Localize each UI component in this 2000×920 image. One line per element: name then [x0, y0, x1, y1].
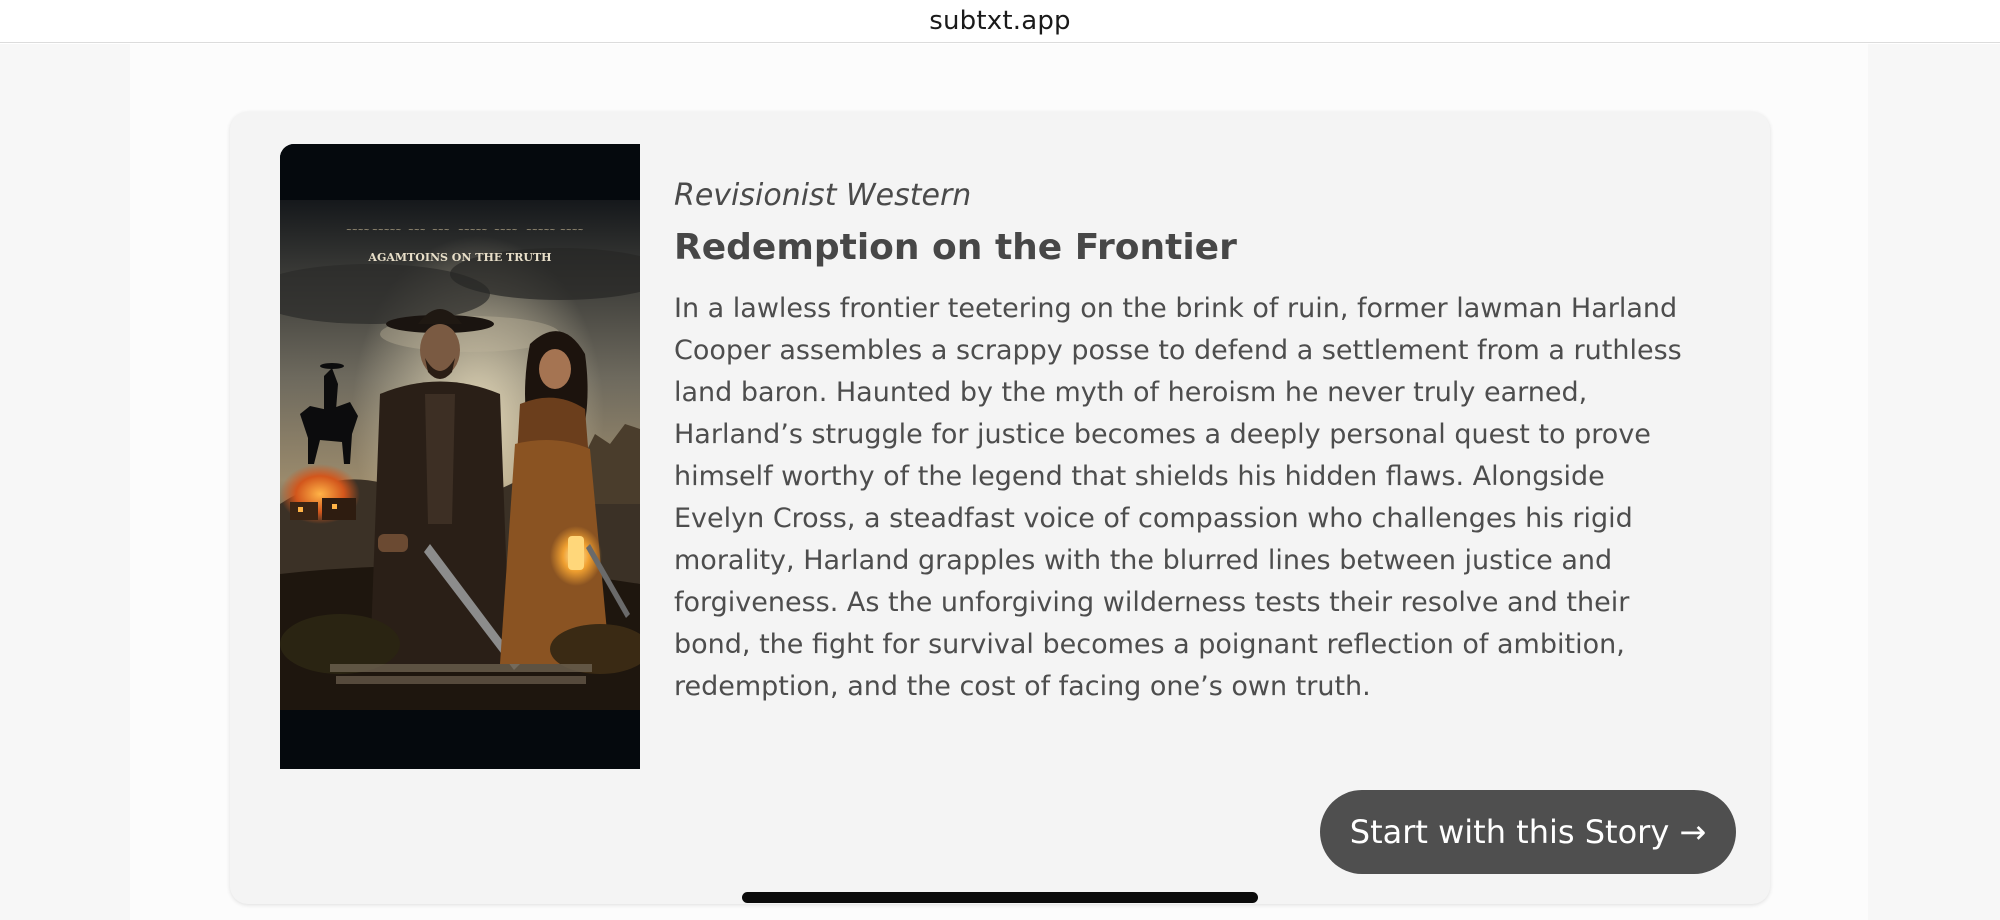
- story-poster-image: ~~~~ ~~~~~ ~~~ ~~~ ~~~~~ ~~~~ ~~~~~ ~~~~ AGAM…: [280, 144, 640, 769]
- poster-artwork: ~~~~ ~~~~~ ~~~ ~~~ ~~~~~ ~~~~ ~~~~~ ~~~~ AGAM…: [280, 144, 640, 769]
- svg-text:~~~: ~~~: [432, 226, 450, 234]
- svg-text:~~~~: ~~~~: [494, 226, 518, 234]
- svg-text:~~~~: ~~~~: [560, 226, 584, 234]
- story-synopsis: In a lawless frontier teetering on the b…: [674, 293, 1682, 702]
- svg-text:~~~: ~~~: [408, 226, 426, 234]
- story-info: Revisionist Western Redemption on the Fr…: [674, 178, 1724, 708]
- home-indicator[interactable]: [742, 892, 1258, 903]
- start-story-button[interactable]: Start with this Story →: [1320, 790, 1736, 874]
- svg-text:~~~~~: ~~~~~: [458, 226, 487, 234]
- story-genre: Revisionist Western: [674, 178, 972, 213]
- svg-text:~~~~~: ~~~~~: [526, 226, 555, 234]
- poster-tagline: AGAMTOINS ON THE TRUTH: [367, 251, 551, 264]
- story-card: ~~~~ ~~~~~ ~~~ ~~~ ~~~~~ ~~~~ ~~~~~ ~~~~ AGAM…: [230, 112, 1770, 904]
- svg-text:~~~~: ~~~~: [346, 226, 370, 234]
- browser-address-bar[interactable]: subtxt.app: [0, 0, 2000, 43]
- url-text: subtxt.app: [929, 6, 1071, 36]
- svg-text:~~~~~: ~~~~~: [372, 226, 401, 234]
- story-title: Redemption on the Frontier: [674, 227, 1237, 268]
